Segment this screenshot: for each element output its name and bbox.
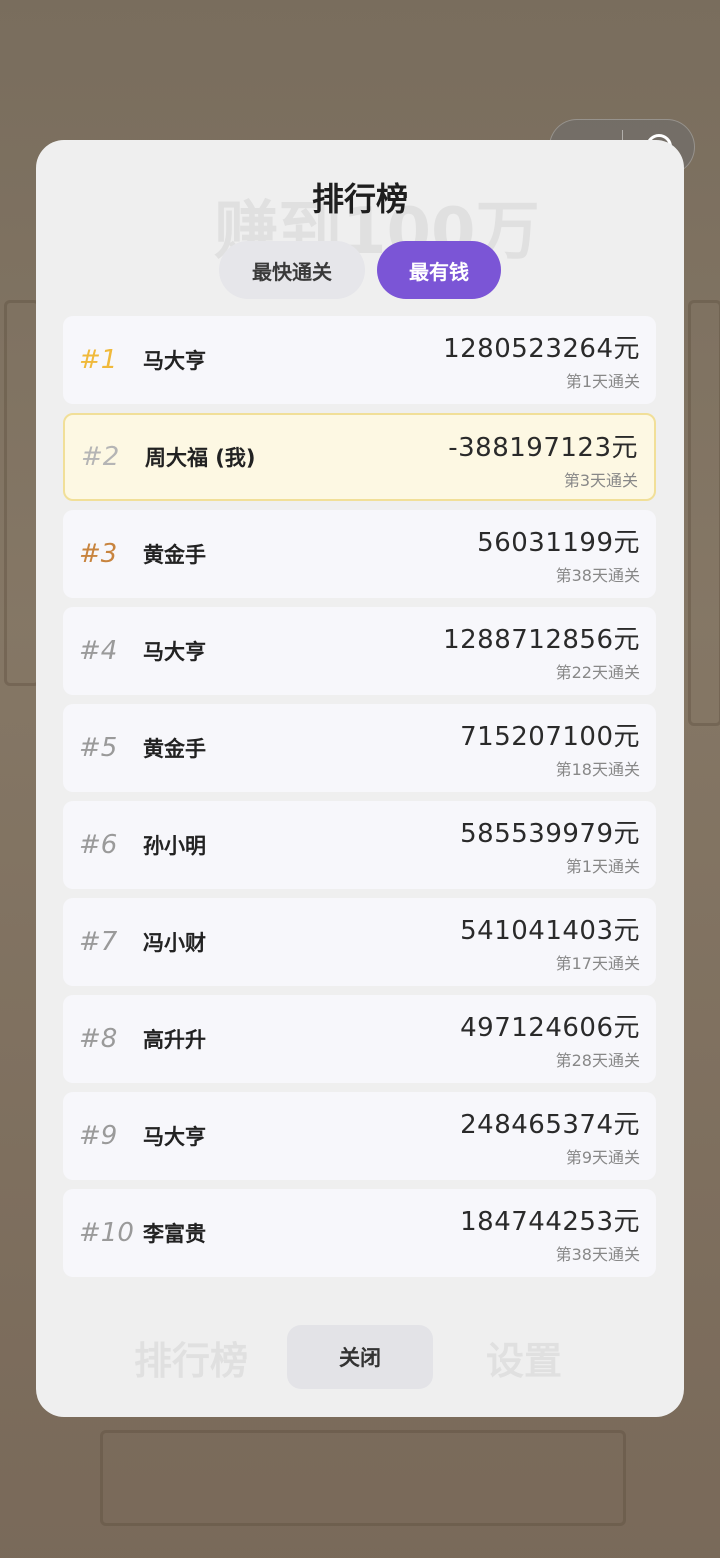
rank-label: #7: [79, 927, 118, 957]
leaderboard-row: #8 高升升 497124606元 第28天通关: [63, 995, 656, 1083]
player-name: 高升升: [143, 1028, 206, 1052]
leaderboard-row: #7 冯小财 541041403元 第17天通关: [63, 898, 656, 986]
clear-day: 第18天通关: [555, 760, 640, 779]
leaderboard-row: #4 马大亨 1288712856元 第22天通关: [63, 607, 656, 695]
leaderboard-row-self: #2 周大福 (我) -388197123元 第3天通关: [63, 413, 656, 501]
money-value: 497124606元: [460, 1013, 640, 1043]
player-name: 冯小财: [143, 931, 206, 955]
clear-day: 第38天通关: [555, 1245, 640, 1264]
leaderboard-row: #9 马大亨 248465374元 第9天通关: [63, 1092, 656, 1180]
player-name: 马大亨: [143, 1125, 206, 1149]
ghost-leaderboard-button: 排行榜: [134, 1339, 249, 1383]
player-name: 黄金手: [143, 543, 206, 567]
leaderboard-list: #1 马大亨 1280523264元 第1天通关 #2 周大福 (我) -388…: [63, 316, 656, 1286]
money-value: 715207100元: [460, 722, 640, 752]
player-name: 马大亨: [143, 349, 206, 373]
clear-day: 第17天通关: [555, 954, 640, 973]
money-value: -388197123元: [448, 433, 638, 463]
player-name: 孙小明: [143, 834, 206, 858]
rank-label: #9: [79, 1121, 118, 1151]
rank-label: #1: [79, 345, 118, 375]
money-value: 585539979元: [460, 819, 640, 849]
ghost-settings-button: 设置: [486, 1339, 563, 1383]
money-value: 1288712856元: [443, 625, 640, 655]
rank-label: #2: [81, 442, 120, 472]
rank-label: #5: [79, 733, 118, 763]
tab-richest[interactable]: 最有钱: [377, 241, 501, 299]
money-value: 541041403元: [460, 916, 640, 946]
clear-day: 第1天通关: [565, 372, 640, 391]
money-value: 248465374元: [460, 1110, 640, 1140]
clear-day: 第38天通关: [555, 566, 640, 585]
leaderboard-row: #5 黄金手 715207100元 第18天通关: [63, 704, 656, 792]
tab-fastest-clear[interactable]: 最快通关: [219, 241, 365, 299]
rank-label: #4: [79, 636, 118, 666]
leaderboard-modal: 赚到100万 排行榜 设置 排行榜 最快通关 最有钱 #1 马大亨 128052…: [36, 140, 684, 1417]
clear-day: 第3天通关: [563, 471, 638, 490]
money-value: 56031199元: [477, 528, 640, 558]
player-name: 黄金手: [143, 737, 206, 761]
clear-day: 第9天通关: [565, 1148, 640, 1167]
street-sketch: [100, 1430, 626, 1526]
leaderboard-row: #3 黄金手 56031199元 第38天通关: [63, 510, 656, 598]
money-value: 1280523264元: [443, 334, 640, 364]
tab-bar: 最快通关 最有钱: [219, 241, 501, 299]
money-value: 184744253元: [460, 1207, 640, 1237]
player-name: 周大福 (我): [145, 446, 256, 470]
clear-day: 第1天通关: [565, 857, 640, 876]
rank-label: #6: [79, 830, 118, 860]
modal-title: 排行榜: [311, 180, 408, 218]
clear-day: 第28天通关: [555, 1051, 640, 1070]
rank-label: #3: [79, 539, 118, 569]
leaderboard-row: #1 马大亨 1280523264元 第1天通关: [63, 316, 656, 404]
player-name: 李富贵: [143, 1222, 206, 1246]
building-sketch-right: [688, 300, 720, 726]
rank-label: #8: [79, 1024, 118, 1054]
leaderboard-row: #10 李富贵 184744253元 第38天通关: [63, 1189, 656, 1277]
rank-label: #10: [79, 1218, 134, 1248]
building-sketch-left: [4, 300, 40, 686]
clear-day: 第22天通关: [555, 663, 640, 682]
leaderboard-row: #6 孙小明 585539979元 第1天通关: [63, 801, 656, 889]
close-button[interactable]: 关闭: [287, 1325, 433, 1389]
player-name: 马大亨: [143, 640, 206, 664]
